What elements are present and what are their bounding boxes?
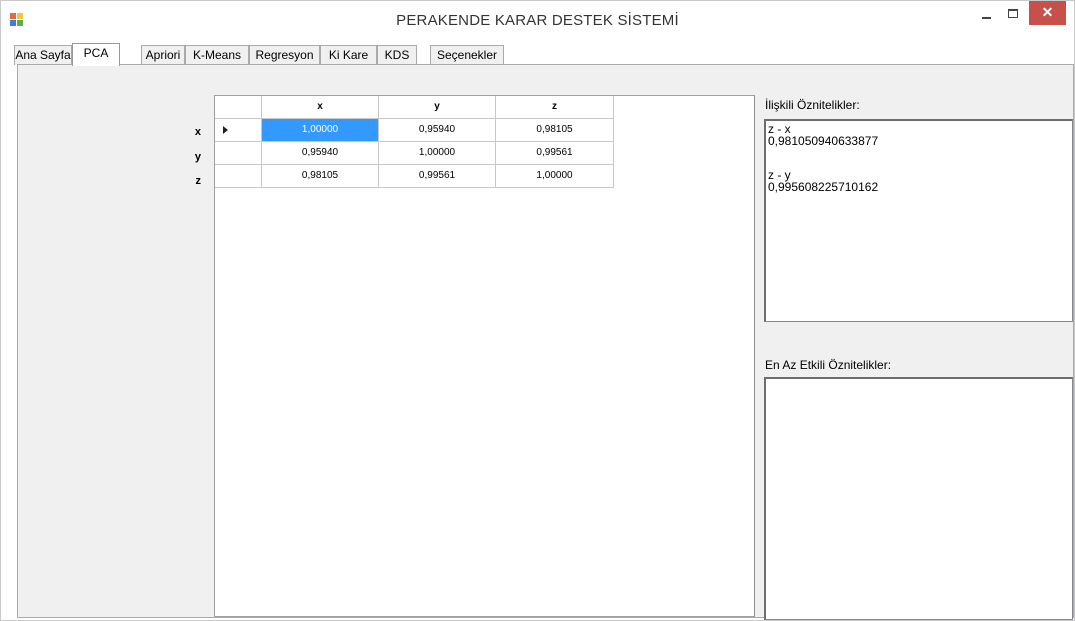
tab-secenekler[interactable]: Seçenekler (430, 45, 504, 65)
cell-z-x[interactable]: 0,98105 (262, 165, 379, 188)
related-attributes-label: İlişkili Öznitelikler: (765, 98, 860, 112)
cell-x-x[interactable]: 1,00000 (262, 119, 379, 142)
tab-regresyon[interactable]: Regresyon (249, 45, 320, 65)
tab-kds[interactable]: KDS (377, 45, 417, 65)
maximize-icon (1008, 9, 1018, 18)
row-label-y: y (194, 151, 201, 163)
minimize-button[interactable] (976, 1, 998, 29)
tab-ana-sayfa[interactable]: Ana Sayfa (14, 45, 72, 65)
related-attributes-listbox[interactable]: z - x 0,981050940633877 z - y 0,99560822… (764, 119, 1073, 322)
tab-ki-kare[interactable]: Ki Kare (320, 45, 377, 65)
cell-z-z[interactable]: 1,00000 (496, 165, 614, 188)
row-header-x[interactable] (215, 119, 262, 142)
tab-apriori[interactable]: Apriori (141, 45, 185, 65)
close-button[interactable]: ✕ (1029, 1, 1066, 25)
least-effective-attributes-label: En Az Etkili Öznitelikler: (765, 358, 892, 372)
cell-x-z[interactable]: 0,98105 (496, 119, 614, 142)
least-effective-attributes-listbox[interactable] (764, 377, 1073, 620)
title-bar[interactable]: PERAKENDE KARAR DESTEK SİSTEMİ ✕ (1, 1, 1074, 41)
maximize-button[interactable] (1001, 1, 1025, 29)
row-header-z[interactable] (215, 165, 262, 188)
related-value: 0,995608225710162 (768, 180, 879, 194)
grid-corner[interactable] (215, 96, 262, 119)
current-row-icon (223, 126, 228, 134)
related-value: 0,981050940633877 (768, 134, 879, 148)
column-header-x[interactable]: x (262, 96, 379, 119)
tab-k-means[interactable]: K-Means (185, 45, 249, 65)
row-label-x: x (194, 126, 201, 138)
row-header-y[interactable] (215, 142, 262, 165)
cell-y-y[interactable]: 1,00000 (379, 142, 496, 165)
minimize-icon (982, 17, 991, 19)
column-header-z[interactable]: z (496, 96, 614, 119)
column-header-y[interactable]: y (379, 96, 496, 119)
row-label-z: z (195, 175, 202, 187)
app-window: PERAKENDE KARAR DESTEK SİSTEMİ ✕ Ana Say… (0, 0, 1075, 621)
window-title: PERAKENDE KARAR DESTEK SİSTEMİ (396, 12, 679, 29)
tab-pca[interactable]: PCA (72, 43, 120, 66)
cell-y-x[interactable]: 0,95940 (262, 142, 379, 165)
cell-y-z[interactable]: 0,99561 (496, 142, 614, 165)
cell-z-y[interactable]: 0,99561 (379, 165, 496, 188)
close-icon: ✕ (1041, 4, 1054, 20)
cell-x-y[interactable]: 0,95940 (379, 119, 496, 142)
correlation-grid[interactable]: x y z 1,00000 0,95940 0,98105 0,95940 1,… (214, 95, 755, 617)
